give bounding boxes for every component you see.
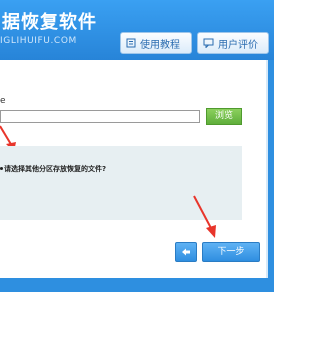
back-button[interactable] (175, 242, 197, 262)
app-url: IGLIHUIFU.COM (0, 36, 77, 46)
review-button[interactable]: 用户评价 (197, 32, 269, 54)
annotation-arrow-icon (193, 195, 216, 238)
back-arrow-icon (182, 248, 190, 256)
bullet-icon (0, 167, 3, 170)
question-text: 请选择其他分区存放恢复的文件? (4, 165, 107, 173)
tutorial-button[interactable]: 使用教程 (120, 32, 192, 54)
app-window: 据恢复软件 IGLIHUIFU.COM 使用教程 用户评价 e 浏览 请选择其他… (0, 0, 274, 292)
next-button[interactable]: 下一步 (202, 242, 260, 262)
app-title: 据恢复软件 (2, 12, 97, 33)
browse-button[interactable]: 浏览 (206, 108, 242, 125)
tutorial-label: 使用教程 (140, 39, 180, 51)
content-panel: e 浏览 请选择其他分区存放恢复的文件? 下一步 (0, 60, 268, 278)
comment-icon (203, 38, 214, 48)
path-input[interactable] (0, 110, 200, 123)
app-header: 据恢复软件 IGLIHUIFU.COM 使用教程 用户评价 (0, 0, 274, 60)
path-label: e (0, 96, 6, 106)
review-label: 用户评价 (218, 39, 258, 51)
book-icon (126, 38, 136, 48)
